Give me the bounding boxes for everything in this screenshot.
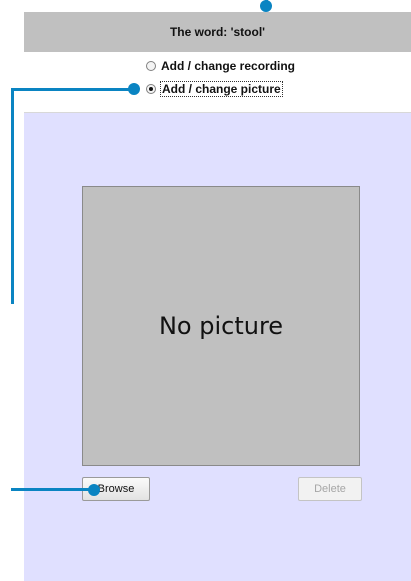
screen: The word: 'stool' Add / change recording… [0,0,411,581]
option-recording-label[interactable]: Add / change recording [161,59,295,73]
picture-preview: No picture [82,186,360,466]
callout-dot-picture-option [128,83,140,95]
mode-options: Add / change recording Add / change pict… [24,52,411,113]
option-picture-label[interactable]: Add / change picture [160,81,283,97]
no-picture-text: No picture [158,312,284,340]
word-title: The word: 'stool' [169,25,266,39]
picture-area: No picture Browse Delete [24,113,411,581]
callout-dot-browse [88,484,100,496]
callout-line-browse [11,488,95,491]
callout-line-picture-option [11,88,14,304]
delete-button[interactable]: Delete [298,477,362,501]
radio-picture[interactable] [146,84,156,94]
callout-dot-header [260,0,272,12]
callout-line-picture-option-h [11,88,133,91]
word-editor-panel: The word: 'stool' Add / change recording… [24,12,411,581]
radio-recording[interactable] [146,61,156,71]
option-add-recording[interactable]: Add / change recording [146,58,295,74]
option-add-picture[interactable]: Add / change picture [146,81,283,97]
word-header: The word: 'stool' [24,12,411,52]
